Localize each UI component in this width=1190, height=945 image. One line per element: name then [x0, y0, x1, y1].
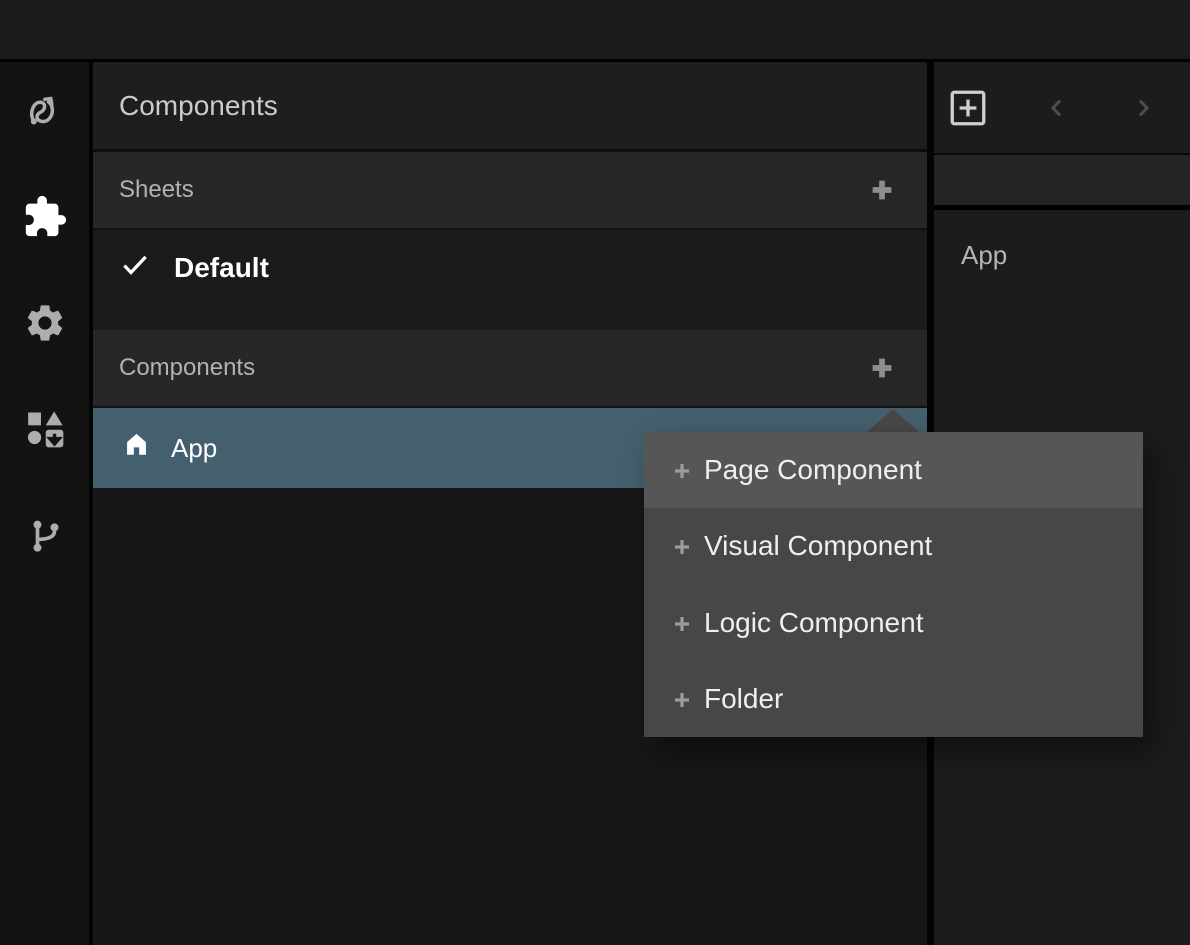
sheets-section-header: Sheets — [93, 152, 927, 230]
components-header-label: Components — [119, 354, 255, 382]
chevron-right-icon — [1131, 96, 1155, 120]
sheet-row-default[interactable]: Default — [93, 230, 927, 306]
add-frame-button[interactable] — [947, 87, 989, 129]
menu-item-visual-component[interactable]: Visual Component — [644, 508, 1143, 584]
noodl-editor-window: Components Sheets Default — [0, 0, 1190, 945]
plus-icon — [670, 687, 694, 711]
sidebar-item-version-control[interactable] — [17, 512, 73, 558]
sidebar-item-components[interactable] — [17, 194, 73, 240]
chevron-left-icon — [1045, 96, 1069, 120]
components-panel-title: Components — [93, 62, 927, 152]
preview-toolbar — [934, 62, 1190, 155]
add-component-button[interactable] — [867, 353, 897, 383]
menu-item-page-component[interactable]: Page Component — [644, 432, 1143, 508]
plus-icon — [670, 611, 694, 635]
menu-item-label: Page Component — [704, 454, 922, 486]
menu-pointer-arrow — [867, 409, 919, 432]
sheet-label: Default — [174, 252, 269, 284]
navigate-forward-button[interactable] — [1131, 96, 1155, 120]
menu-item-label: Folder — [704, 683, 783, 715]
home-icon — [122, 430, 151, 466]
version-control-icon — [25, 515, 65, 555]
plus-icon — [867, 353, 897, 383]
plus-icon — [670, 534, 694, 558]
top-title-bar — [0, 0, 1190, 62]
components-puzzle-icon — [22, 194, 68, 240]
plus-icon — [670, 458, 694, 482]
sidebar-item-node-graph[interactable] — [17, 88, 73, 134]
settings-gear-icon — [23, 301, 67, 345]
node-graph-icon — [24, 90, 66, 132]
marketplace-icon — [23, 407, 67, 451]
sheets-header-label: Sheets — [119, 176, 194, 204]
sidebar-rail — [0, 62, 93, 945]
components-section-header: Components — [93, 330, 927, 408]
add-sheet-button[interactable] — [867, 175, 897, 205]
add-component-menu: Page Component Visual Component Logic Co… — [644, 432, 1143, 737]
menu-item-label: Logic Component — [704, 607, 923, 639]
preview-subheader — [934, 155, 1190, 210]
boxed-plus-icon — [947, 87, 989, 129]
menu-item-folder[interactable]: Folder — [644, 661, 1143, 737]
sidebar-item-marketplace[interactable] — [17, 406, 73, 452]
plus-icon — [867, 175, 897, 205]
menu-item-logic-component[interactable]: Logic Component — [644, 585, 1143, 661]
component-label: App — [171, 433, 217, 464]
navigate-back-button[interactable] — [1045, 96, 1069, 120]
preview-component-title: App — [961, 240, 1190, 271]
sidebar-item-settings[interactable] — [17, 300, 73, 346]
sheets-list: Default — [93, 230, 927, 330]
check-icon — [120, 250, 150, 287]
menu-item-label: Visual Component — [704, 530, 932, 562]
